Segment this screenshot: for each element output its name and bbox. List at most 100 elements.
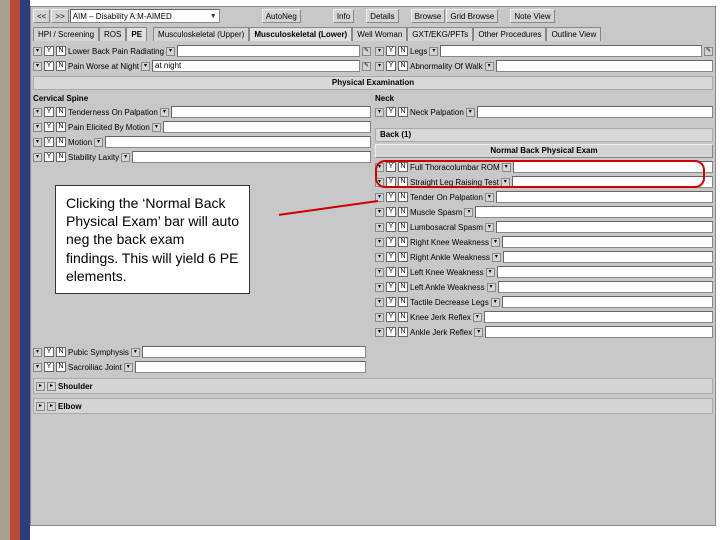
item-input[interactable] [484, 311, 713, 323]
yes-toggle[interactable]: Y [386, 312, 396, 322]
yes-toggle[interactable]: Y [44, 362, 54, 372]
chevron-down-icon[interactable]: ▾ [94, 138, 103, 147]
no-toggle[interactable]: N [56, 137, 66, 147]
no-toggle[interactable]: N [56, 107, 66, 117]
no-toggle[interactable]: N [398, 207, 408, 217]
no-toggle[interactable]: N [398, 312, 408, 322]
item-input[interactable] [496, 221, 713, 233]
yes-toggle[interactable]: Y [386, 107, 396, 117]
collapse-icon[interactable]: ▾ [33, 363, 42, 372]
no-toggle[interactable]: N [398, 107, 408, 117]
yes-toggle[interactable]: Y [386, 267, 396, 277]
edit-icon[interactable]: ✎ [362, 62, 371, 71]
tab-msk-upper[interactable]: Musculoskeletal (Upper) [153, 27, 249, 41]
chevron-down-icon[interactable]: ▾ [464, 208, 473, 217]
browse-button[interactable]: Browse [411, 9, 446, 23]
tab-other-proc[interactable]: Other Procedures [473, 27, 546, 41]
collapse-icon[interactable]: ▾ [375, 163, 384, 172]
item-input[interactable] [502, 236, 713, 248]
item-input[interactable] [496, 191, 713, 203]
no-toggle[interactable]: N [398, 327, 408, 337]
yes-toggle[interactable]: Y [386, 327, 396, 337]
collapse-icon[interactable]: ▾ [375, 193, 384, 202]
item-input[interactable] [142, 346, 366, 358]
collapse-icon[interactable]: ▾ [375, 328, 384, 337]
no-toggle[interactable]: N [398, 162, 408, 172]
tab-well-woman[interactable]: Well Woman [352, 27, 407, 41]
yes-toggle[interactable]: Y [44, 347, 54, 357]
item-input[interactable] [440, 45, 702, 57]
collapse-icon[interactable]: ▾ [375, 223, 384, 232]
collapse-icon[interactable]: ▾ [375, 62, 384, 71]
item-input[interactable] [177, 45, 360, 57]
no-toggle[interactable]: N [56, 61, 66, 71]
collapse-icon[interactable]: ▾ [33, 47, 42, 56]
yes-toggle[interactable]: Y [386, 207, 396, 217]
chevron-down-icon[interactable]: ▾ [502, 163, 511, 172]
item-input[interactable] [135, 361, 366, 373]
yes-toggle[interactable]: Y [386, 222, 396, 232]
chevron-down-icon[interactable]: ▾ [485, 223, 494, 232]
chevron-down-icon[interactable]: ▾ [429, 47, 438, 56]
yes-toggle[interactable]: Y [386, 252, 396, 262]
tab-hpi[interactable]: HPI / Screening [33, 27, 99, 41]
no-toggle[interactable]: N [398, 237, 408, 247]
yes-toggle[interactable]: Y [44, 122, 54, 132]
no-toggle[interactable]: N [398, 177, 408, 187]
chevron-down-icon[interactable]: ▾ [491, 298, 500, 307]
collapse-icon[interactable]: ▾ [375, 238, 384, 247]
prev-button[interactable]: << [33, 9, 50, 23]
collapse-icon[interactable]: ▾ [375, 283, 384, 292]
item-input[interactable] [171, 106, 371, 118]
item-input[interactable] [496, 60, 713, 72]
yes-toggle[interactable]: Y [386, 61, 396, 71]
item-input[interactable] [503, 251, 713, 263]
item-input[interactable] [497, 266, 713, 278]
chevron-down-icon[interactable]: ▾ [473, 313, 482, 322]
collapse-icon[interactable]: ▾ [375, 178, 384, 187]
item-input[interactable] [477, 106, 713, 118]
tab-gxt[interactable]: GXT/EKG/PFTs [407, 27, 473, 41]
yes-toggle[interactable]: Y [386, 177, 396, 187]
collapse-icon[interactable]: ▾ [33, 123, 42, 132]
normal-back-exam-bar[interactable]: Normal Back Physical Exam [375, 144, 713, 158]
chevron-down-icon[interactable]: ▾ [486, 268, 495, 277]
collapse-icon[interactable]: ▾ [375, 298, 384, 307]
tab-ros[interactable]: ROS [99, 27, 126, 41]
tab-outline[interactable]: Outline View [546, 27, 601, 41]
no-toggle[interactable]: N [398, 222, 408, 232]
no-toggle[interactable]: N [56, 347, 66, 357]
autoneg-button[interactable]: AutoNeg [262, 9, 301, 23]
collapse-icon[interactable]: ▾ [375, 253, 384, 262]
no-toggle[interactable]: N [398, 282, 408, 292]
collapse-icon[interactable]: ▾ [33, 62, 42, 71]
collapse-icon[interactable]: ▾ [375, 208, 384, 217]
no-toggle[interactable]: N [398, 61, 408, 71]
yes-toggle[interactable]: Y [386, 297, 396, 307]
chevron-down-icon[interactable]: ▾ [152, 123, 161, 132]
item-input[interactable] [163, 121, 371, 133]
yes-toggle[interactable]: Y [44, 46, 54, 56]
item-input[interactable] [513, 161, 713, 173]
chevron-down-icon[interactable]: ▾ [160, 108, 169, 117]
collapse-icon[interactable]: ▾ [33, 138, 42, 147]
chevron-down-icon[interactable]: ▾ [492, 253, 501, 262]
collapse-icon[interactable]: ▾ [375, 268, 384, 277]
no-toggle[interactable]: N [56, 46, 66, 56]
shoulder-expander[interactable]: ▸ ▸ Shoulder [33, 378, 713, 394]
grid-browse-button[interactable]: Grid Browse [446, 9, 498, 23]
collapse-icon[interactable]: ▾ [33, 348, 42, 357]
edit-icon[interactable]: ✎ [362, 47, 371, 56]
collapse-icon[interactable]: ▾ [375, 47, 384, 56]
chevron-down-icon[interactable]: ▾ [466, 108, 475, 117]
info-button[interactable]: Info [333, 9, 354, 23]
no-toggle[interactable]: N [56, 152, 66, 162]
yes-toggle[interactable]: Y [386, 192, 396, 202]
item-input[interactable] [475, 206, 713, 218]
tab-msk-lower[interactable]: Musculoskeletal (Lower) [249, 27, 352, 41]
item-input[interactable] [502, 296, 713, 308]
item-input[interactable] [498, 281, 713, 293]
no-toggle[interactable]: N [398, 297, 408, 307]
chevron-down-icon[interactable]: ▾ [131, 348, 140, 357]
yes-toggle[interactable]: Y [386, 237, 396, 247]
